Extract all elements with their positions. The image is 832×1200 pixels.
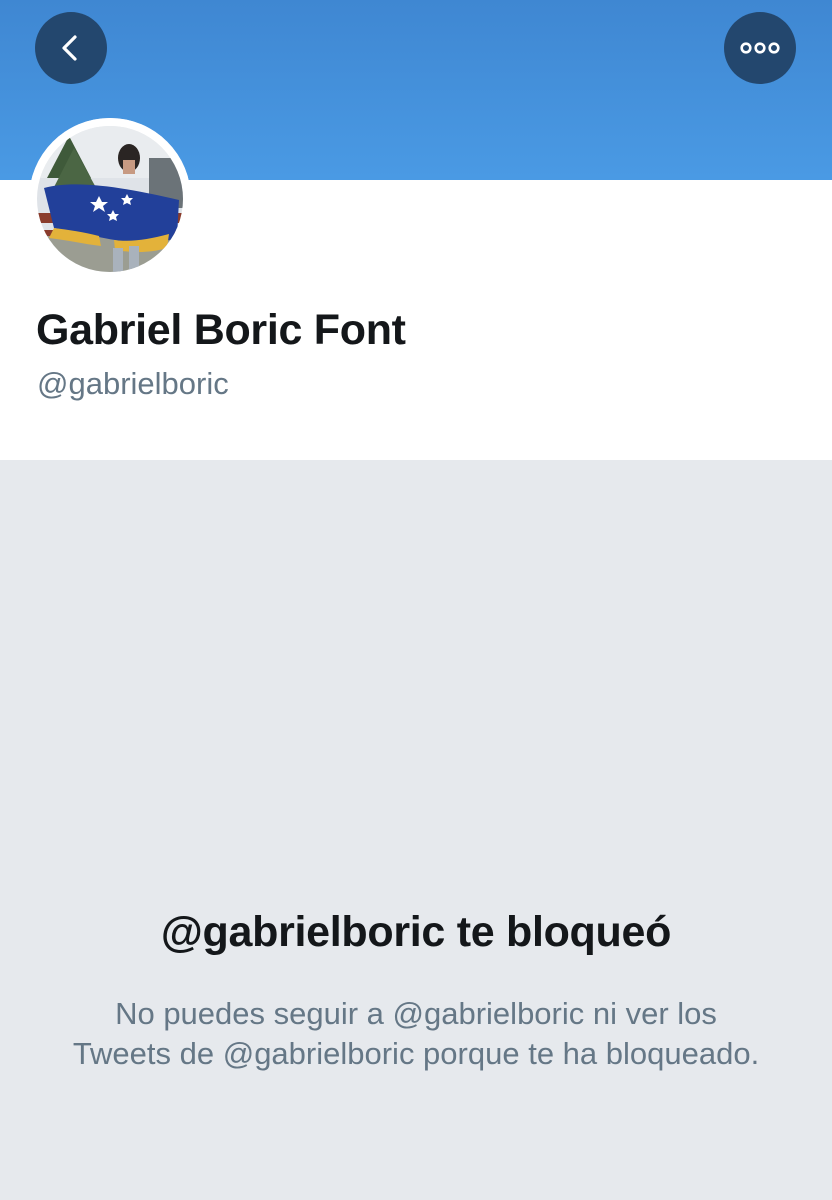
- chevron-left-icon: [62, 35, 77, 61]
- more-options-button[interactable]: [724, 12, 796, 84]
- avatar-photo: [29, 118, 191, 280]
- profile-handle: @gabrielboric: [37, 366, 229, 401]
- avatar[interactable]: [29, 118, 191, 280]
- more-options-icon: [740, 42, 780, 54]
- blocked-notice-title: @gabrielboric te bloqueó: [160, 908, 672, 956]
- profile-display-name: Gabriel Boric Font: [36, 306, 406, 354]
- back-button[interactable]: [35, 12, 107, 84]
- blocked-notice-message: No puedes seguir a @gabrielboric ni ver …: [72, 996, 760, 1071]
